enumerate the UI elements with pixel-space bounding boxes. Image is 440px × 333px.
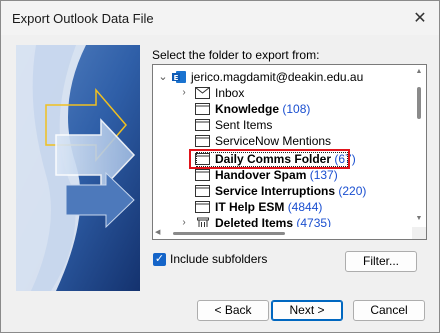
scroll-left-icon[interactable]: ◀ <box>155 228 160 236</box>
chevron-down-icon[interactable]: ⌄ <box>158 69 168 85</box>
vertical-scroll-thumb[interactable] <box>417 87 421 119</box>
close-icon[interactable]: ✕ <box>411 9 429 27</box>
unread-count: (108) <box>282 102 311 116</box>
tree-item-label: Inbox <box>215 86 245 100</box>
folder-icon <box>195 153 210 165</box>
vertical-scrollbar[interactable]: ▲ ▼ <box>412 65 426 227</box>
tree-item-label: Daily Comms Folder <box>215 152 332 166</box>
cancel-button[interactable]: Cancel <box>353 300 425 321</box>
scrollbar-corner <box>412 227 426 239</box>
folder-icon <box>195 169 210 181</box>
title-bar: Export Outlook Data File ✕ <box>1 1 439 35</box>
unread-count: (4844) <box>287 200 323 214</box>
scroll-up-icon[interactable]: ▲ <box>415 68 423 76</box>
tree-item-label: IT Help ESM <box>215 200 285 214</box>
include-subfolders-checkbox[interactable]: ✓ <box>153 253 166 266</box>
envelope-icon <box>195 87 210 99</box>
include-subfolders-label[interactable]: Include subfolders <box>170 252 267 266</box>
svg-text:E: E <box>174 74 179 82</box>
folder-icon <box>195 103 210 115</box>
horizontal-scrollbar[interactable]: ◀ <box>153 227 412 239</box>
folder-icon <box>195 119 210 131</box>
folder-icon <box>195 185 210 197</box>
scroll-down-icon[interactable]: ▼ <box>415 215 423 223</box>
unread-count: (220) <box>338 184 367 198</box>
tree-item-label: Sent Items <box>215 118 273 132</box>
folder-tree[interactable]: ⌄ E jerico.magdamit@deakin.edu.au › Inbo… <box>152 64 427 240</box>
account-label: jerico.magdamit@deakin.edu.au <box>191 70 364 84</box>
unread-count: (137) <box>309 168 338 182</box>
horizontal-scroll-thumb[interactable] <box>173 232 285 235</box>
folder-icon <box>195 135 210 147</box>
export-dialog: Export Outlook Data File ✕ Select the fo… <box>0 0 440 333</box>
chevron-right-icon[interactable]: › <box>179 85 189 101</box>
next-button[interactable]: Next > <box>271 300 343 321</box>
wizard-banner-image <box>16 45 140 291</box>
tree-item-label: Handover Spam <box>215 168 307 182</box>
tree-item-label: ServiceNow Mentions <box>215 134 332 148</box>
filter-button[interactable]: Filter... <box>345 251 417 272</box>
window-title: Export Outlook Data File <box>12 11 154 26</box>
folder-icon <box>195 201 210 213</box>
tree-item-label: Service Interruptions <box>215 184 336 198</box>
folder-prompt-label: Select the folder to export from: <box>152 48 320 62</box>
tree-item-label: Knowledge <box>215 102 280 116</box>
back-button[interactable]: < Back <box>197 300 269 321</box>
unread-count: (67) <box>334 152 356 166</box>
exchange-account-icon: E <box>172 70 187 83</box>
